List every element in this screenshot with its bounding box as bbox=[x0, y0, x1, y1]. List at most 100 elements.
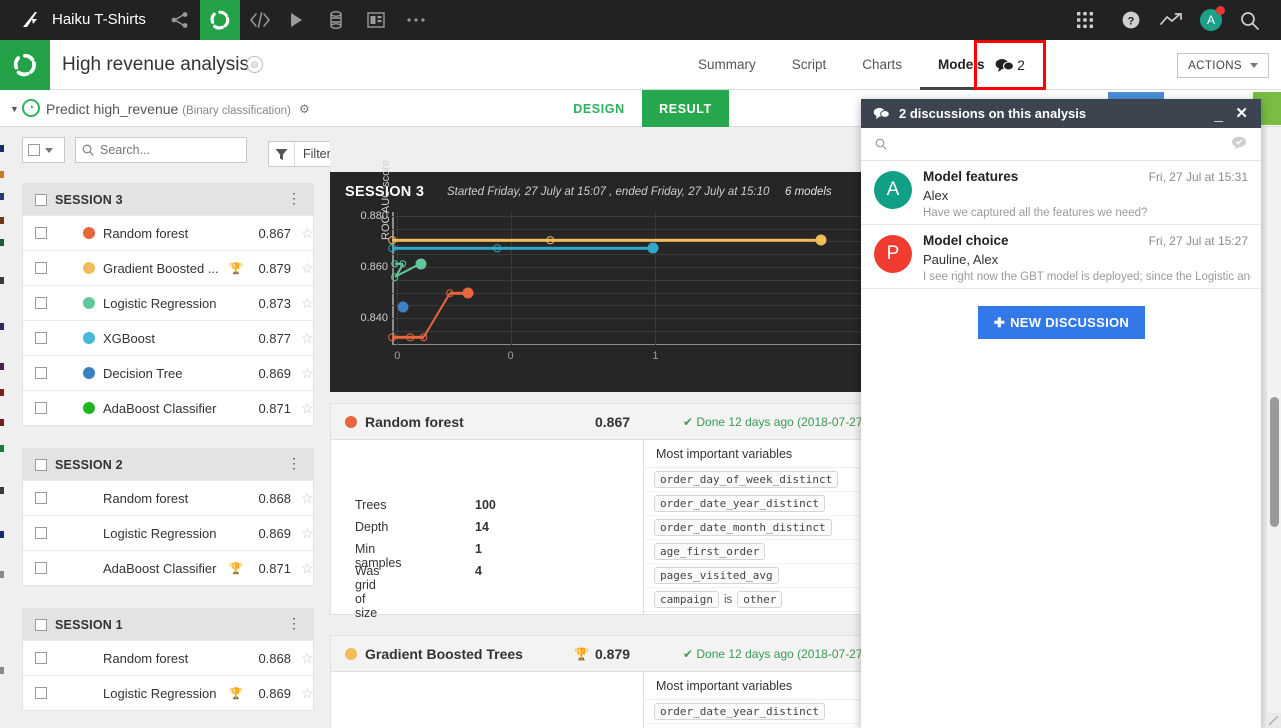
session-header[interactable]: SESSION 2⋮ bbox=[23, 449, 313, 480]
chart-data-point[interactable] bbox=[388, 334, 396, 342]
run-icon[interactable] bbox=[276, 0, 316, 40]
chart-data-point[interactable] bbox=[546, 236, 554, 244]
model-checkbox[interactable] bbox=[35, 687, 47, 699]
tab-result[interactable]: RESULT bbox=[642, 90, 729, 127]
star-icon[interactable]: ☆ bbox=[301, 650, 314, 667]
chart-data-point[interactable] bbox=[407, 334, 415, 342]
star-icon[interactable]: ☆ bbox=[301, 365, 314, 382]
session-checkbox[interactable] bbox=[35, 459, 47, 471]
jobs-icon[interactable] bbox=[316, 0, 356, 40]
star-icon[interactable]: ☆ bbox=[301, 525, 314, 542]
actions-button[interactable]: ACTIONS bbox=[1177, 53, 1269, 78]
select-all-dropdown[interactable] bbox=[22, 137, 65, 163]
model-checkbox[interactable] bbox=[35, 227, 47, 239]
chart-data-point[interactable] bbox=[388, 245, 396, 253]
model-row[interactable]: Gradient Boosted ...🏆0.879☆ bbox=[23, 250, 313, 285]
model-row[interactable]: Random forest0.867☆ bbox=[23, 215, 313, 250]
new-discussion-button[interactable]: ✚ NEW DISCUSSION bbox=[978, 306, 1145, 339]
session-header[interactable]: SESSION 1⋮ bbox=[23, 609, 313, 640]
page-scrollbar-thumb[interactable] bbox=[1270, 397, 1279, 527]
model-row[interactable]: Logistic Regression🏆0.869☆ bbox=[23, 675, 313, 710]
gear-icon[interactable]: ⚙ bbox=[299, 102, 310, 116]
activity-icon[interactable] bbox=[1160, 0, 1184, 40]
minimize-icon[interactable]: _ bbox=[1215, 106, 1223, 123]
notification-dot bbox=[1216, 6, 1225, 15]
avatar[interactable]: A bbox=[1200, 0, 1222, 40]
chart-data-point[interactable] bbox=[391, 273, 399, 281]
chart-data-point[interactable] bbox=[399, 260, 407, 268]
chart-data-point[interactable] bbox=[420, 334, 428, 342]
star-icon[interactable]: ☆ bbox=[301, 295, 314, 312]
star-icon[interactable]: ☆ bbox=[301, 225, 314, 242]
tab-charts[interactable]: Charts bbox=[844, 40, 920, 90]
dashboard-icon[interactable] bbox=[356, 0, 396, 40]
star-icon[interactable]: ☆ bbox=[301, 330, 314, 347]
session-checkbox[interactable] bbox=[35, 619, 47, 631]
model-checkbox[interactable] bbox=[35, 402, 47, 414]
model-name: Logistic Regression bbox=[103, 296, 216, 311]
more-icon[interactable] bbox=[396, 0, 436, 40]
session-menu-icon[interactable]: ⋮ bbox=[287, 456, 301, 470]
session-menu-icon[interactable]: ⋮ bbox=[287, 191, 301, 205]
model-row[interactable]: Logistic Regression0.873☆ bbox=[23, 285, 313, 320]
search-box[interactable] bbox=[75, 137, 247, 163]
tab-design[interactable]: DESIGN bbox=[556, 90, 642, 127]
discussion-item[interactable]: PModel choiceFri, 27 Jul at 15:27Pauline… bbox=[861, 225, 1261, 289]
search-input[interactable] bbox=[100, 143, 235, 157]
model-row[interactable]: AdaBoost Classifier🏆0.871☆ bbox=[23, 550, 313, 585]
analysis-tabs: Summary Script Charts Models bbox=[680, 40, 1003, 90]
star-icon[interactable]: ☆ bbox=[301, 400, 314, 417]
star-icon[interactable]: ☆ bbox=[301, 560, 314, 577]
flow-icon[interactable] bbox=[160, 0, 200, 40]
model-checkbox[interactable] bbox=[35, 332, 47, 344]
search-icon[interactable] bbox=[1240, 0, 1259, 40]
analysis-status-badge[interactable]: ◍ bbox=[246, 56, 263, 73]
star-icon[interactable]: ☆ bbox=[301, 685, 314, 702]
model-row[interactable]: XGBoost0.877☆ bbox=[23, 320, 313, 355]
session-header[interactable]: SESSION 3⋮ bbox=[23, 184, 313, 215]
code-icon[interactable] bbox=[240, 0, 280, 40]
model-row[interactable]: Logistic Regression0.869☆ bbox=[23, 515, 313, 550]
chart-data-point[interactable] bbox=[397, 302, 408, 313]
page-scrollbar[interactable] bbox=[1266, 127, 1281, 728]
chart-data-point[interactable] bbox=[647, 243, 658, 254]
session-checkbox[interactable] bbox=[35, 194, 47, 206]
model-row[interactable]: Random forest0.868☆ bbox=[23, 640, 313, 675]
param-value: 100 bbox=[475, 498, 496, 512]
discussion-item[interactable]: AModel featuresFri, 27 Jul at 15:31AlexH… bbox=[861, 161, 1261, 225]
filter-discussions-icon[interactable] bbox=[1231, 136, 1247, 155]
chart-data-point[interactable] bbox=[391, 260, 399, 268]
model-checkbox[interactable] bbox=[35, 652, 47, 664]
chart-data-point[interactable] bbox=[463, 288, 474, 299]
chart-data-point[interactable] bbox=[816, 235, 827, 246]
model-row[interactable]: Decision Tree0.869☆ bbox=[23, 355, 313, 390]
dataiku-logo-icon[interactable] bbox=[20, 8, 44, 32]
model-checkbox[interactable] bbox=[35, 297, 47, 309]
session-menu-icon[interactable]: ⋮ bbox=[287, 616, 301, 630]
tab-discussions[interactable]: 2 bbox=[976, 41, 1044, 89]
model-checkbox[interactable] bbox=[35, 367, 47, 379]
chevron-down-icon[interactable]: ▼ bbox=[10, 104, 19, 114]
chart-data-point[interactable] bbox=[388, 236, 396, 244]
apps-grid-icon[interactable] bbox=[1076, 0, 1094, 40]
chart-data-point[interactable] bbox=[494, 245, 502, 253]
lab-icon[interactable] bbox=[200, 0, 240, 40]
star-icon[interactable]: ☆ bbox=[301, 260, 314, 277]
model-checkbox[interactable] bbox=[35, 492, 47, 504]
model-row[interactable]: AdaBoost Classifier0.871☆ bbox=[23, 390, 313, 425]
close-icon[interactable]: ✕ bbox=[1235, 104, 1248, 122]
tab-script[interactable]: Script bbox=[774, 40, 845, 90]
star-icon[interactable]: ☆ bbox=[301, 490, 314, 507]
model-row[interactable]: Random forest0.868☆ bbox=[23, 480, 313, 515]
chart-data-point[interactable] bbox=[446, 290, 454, 298]
model-checkbox[interactable] bbox=[35, 562, 47, 574]
tab-summary[interactable]: Summary bbox=[680, 40, 774, 90]
select-all-checkbox[interactable] bbox=[28, 144, 40, 156]
help-icon[interactable]: ? bbox=[1121, 0, 1141, 40]
chart-data-point[interactable] bbox=[415, 258, 426, 269]
model-checkbox[interactable] bbox=[35, 262, 47, 274]
discussions-search-input[interactable] bbox=[895, 137, 1195, 151]
resize-corner[interactable] bbox=[1266, 713, 1281, 728]
project-name[interactable]: Haiku T-Shirts bbox=[52, 11, 146, 28]
model-checkbox[interactable] bbox=[35, 527, 47, 539]
